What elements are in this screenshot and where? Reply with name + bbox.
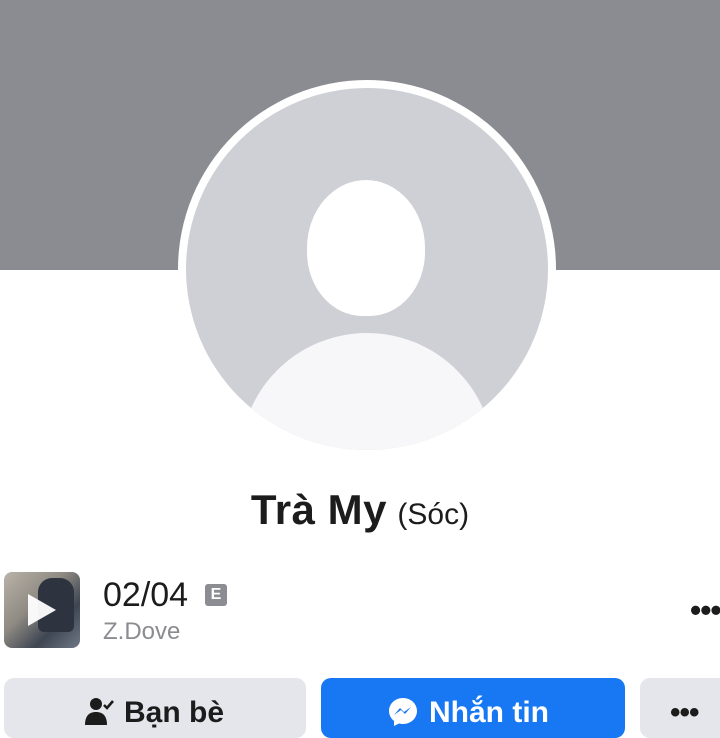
- play-icon[interactable]: [28, 594, 56, 626]
- more-options-icon: •••: [670, 696, 699, 729]
- default-avatar-shoulders: [240, 333, 494, 450]
- music-more-options-icon[interactable]: •••: [690, 592, 720, 629]
- song-title: 02/04: [103, 576, 189, 614]
- profile-picture[interactable]: [186, 88, 548, 450]
- profile-music[interactable]: 02/04 E Z.Dove •••: [0, 570, 720, 650]
- profile-alternate-name: (Sóc): [397, 498, 470, 531]
- more-options-button[interactable]: •••: [640, 678, 720, 738]
- person-check-icon: [85, 698, 114, 725]
- message-button[interactable]: Nhắn tin: [321, 678, 625, 738]
- friends-button-label: Bạn bè: [124, 696, 225, 729]
- messenger-icon: [389, 698, 417, 726]
- song-thumbnail[interactable]: [4, 572, 80, 648]
- explicit-badge: E: [205, 584, 227, 606]
- song-artist: Z.Dove: [103, 618, 181, 645]
- friends-button[interactable]: Bạn bè: [4, 678, 306, 738]
- profile-name-main: Trà My: [250, 486, 387, 533]
- profile-name: Trà My (Sóc): [0, 486, 720, 534]
- default-avatar-head: [307, 180, 425, 316]
- message-button-label: Nhắn tin: [429, 696, 549, 729]
